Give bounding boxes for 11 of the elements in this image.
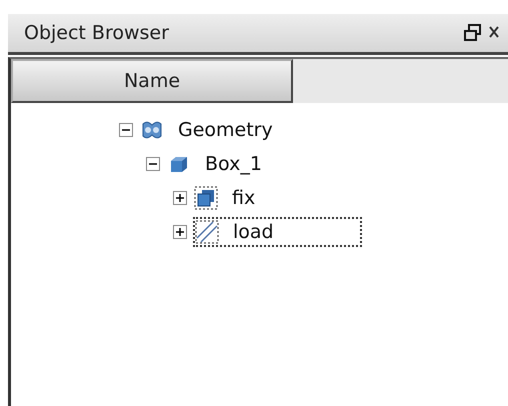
tree-item[interactable]: fix: [228, 185, 260, 211]
tree-item[interactable]: Geometry: [174, 117, 277, 143]
panel-title: Object Browser: [24, 22, 170, 44]
expand-icon[interactable]: [173, 191, 187, 205]
collapse-icon[interactable]: [146, 157, 160, 171]
tree-item[interactable]: Box_1: [201, 151, 266, 177]
cubes-icon: [194, 186, 218, 210]
collapse-icon[interactable]: [119, 123, 133, 137]
expand-icon[interactable]: [173, 225, 187, 239]
column-header[interactable]: Name: [11, 59, 293, 103]
float-icon[interactable]: [462, 22, 484, 44]
